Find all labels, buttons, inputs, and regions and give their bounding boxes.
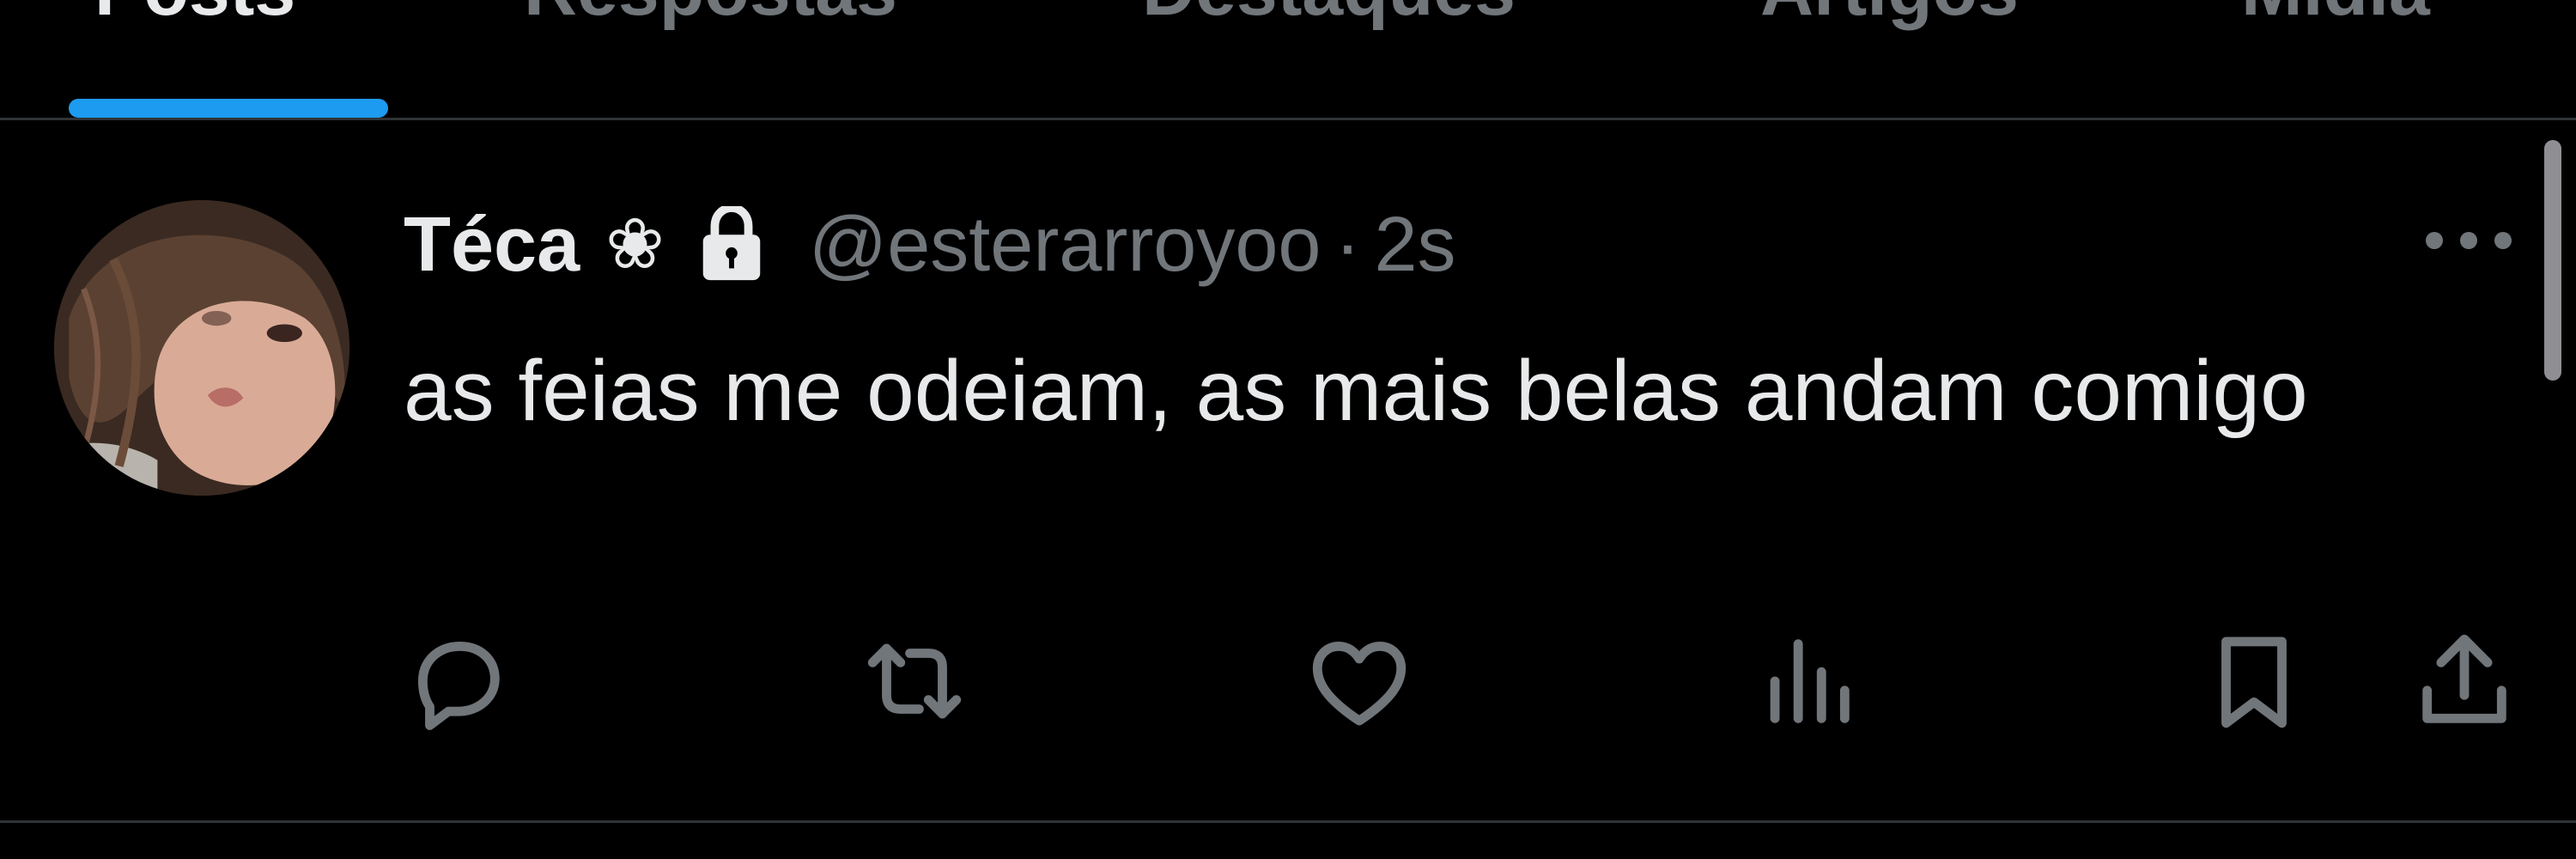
bookmark-icon (2198, 625, 2310, 741)
post-timestamp[interactable]: 2s (1374, 193, 1455, 296)
separator-dot: · (1334, 202, 1361, 288)
profile-tab-bar: Posts Respostas Destaques Artigos Mídia (0, 0, 2576, 118)
reply-icon (402, 625, 513, 741)
flower-emoji: ❀ (605, 204, 665, 285)
repost-button[interactable] (859, 627, 970, 739)
tab-midia[interactable]: Mídia (2241, 0, 2430, 27)
active-tab-indicator (69, 99, 388, 118)
lock-icon (697, 204, 766, 283)
share-button[interactable] (2409, 627, 2520, 739)
more-horizontal-icon[interactable] (2421, 223, 2516, 258)
tab-respostas[interactable]: Respostas (524, 0, 897, 27)
tab-artigos[interactable]: Artigos (1760, 0, 2019, 27)
post-text: as feias me odeiam, as mais belas andam … (404, 343, 2308, 439)
repost-icon (859, 625, 970, 741)
tab-bar-divider (0, 118, 2576, 120)
heart-icon (1303, 625, 1415, 741)
views-button[interactable] (1752, 627, 1863, 739)
like-button[interactable] (1303, 627, 1415, 739)
tab-posts[interactable]: Posts (94, 0, 295, 27)
tab-destaques[interactable]: Destaques (1142, 0, 1516, 27)
bookmark-button[interactable] (2198, 627, 2310, 739)
analytics-icon (1752, 625, 1863, 741)
avatar[interactable] (54, 200, 349, 496)
post-header: Téca ❀ @esterarroyoo · 2s (404, 193, 1456, 296)
display-name[interactable]: Téca (404, 193, 580, 296)
reply-button[interactable] (402, 627, 513, 739)
post-divider (0, 820, 2576, 823)
share-icon (2409, 625, 2520, 741)
user-handle[interactable]: @esterarroyoo (809, 193, 1321, 296)
scrollbar[interactable] (2544, 140, 2561, 381)
